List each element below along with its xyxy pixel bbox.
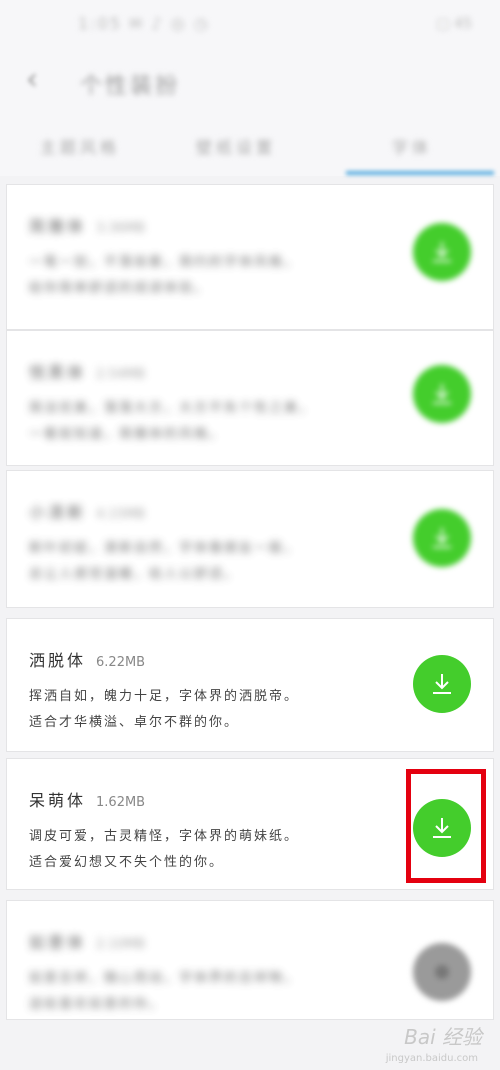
font-size: 6.22MB	[96, 655, 146, 670]
status-left: 1:05 ✉ ♪ ◎ ◷	[78, 14, 210, 33]
tab-font[interactable]: 字体	[392, 134, 432, 158]
font-name: 简雅体	[29, 217, 87, 236]
font-size: 3.36MB	[96, 221, 146, 236]
font-desc-line1: 一笔一划，不落俗套，简约的字体风格，	[29, 255, 300, 270]
font-size: 2.10MB	[96, 937, 146, 952]
tab-indicator	[346, 171, 494, 175]
font-desc-line2: 送给喜欢如意的你。	[29, 997, 165, 1012]
font-title: 洒脱体 6.22MB	[29, 647, 145, 671]
font-desc-line1: 简洁优美，落落大方，大方不失个性之美，	[29, 401, 315, 416]
font-card-jianya[interactable]: 简雅体 3.36MB 一笔一划，不落俗套，简约的字体风格， 给你简单舒适的阅读体验…	[6, 184, 494, 330]
font-size: 2.54MB	[96, 367, 146, 382]
download-icon	[433, 528, 451, 548]
font-desc-line1: 挥洒自如，魄力十足，字体界的洒脱帝。	[29, 689, 300, 704]
download-icon	[433, 384, 451, 404]
download-button[interactable]	[413, 509, 471, 567]
font-card-xiaoqingxin[interactable]: 小清新 4.15MB 新叶初绽，清新自然，字体像朋友一般， 总让人感觉温暖，给人以…	[6, 470, 494, 608]
watermark-brand: Bai 经验	[404, 1025, 482, 1049]
highlight-box	[406, 769, 486, 883]
status-right: ▢ 45	[436, 16, 473, 32]
font-size: 4.15MB	[96, 507, 146, 522]
status-bar: 1:05 ✉ ♪ ◎ ◷ ▢ 45	[0, 0, 500, 48]
font-title: 简雅体 3.36MB	[29, 213, 145, 237]
font-desc-line2: 适合才华横溢、卓尔不群的你。	[29, 715, 240, 730]
font-desc-line2: 总让人感觉温暖，给人以舒适。	[29, 567, 240, 582]
font-name: 如意体	[29, 933, 87, 952]
font-card-sato[interactable]: 洒脱体 6.22MB 挥洒自如，魄力十足，字体界的洒脱帝。 适合才华横溢、卓尔不群…	[6, 618, 494, 752]
download-icon	[433, 674, 451, 694]
watermark-url: jingyan.baidu.com	[385, 1053, 478, 1064]
font-desc-line1: 新叶初绽，清新自然，字体像朋友一般，	[29, 541, 300, 556]
font-title: 如意体 2.10MB	[29, 929, 145, 953]
font-title: 小清新 4.15MB	[29, 499, 145, 523]
font-desc-line1: 调皮可爱，古灵精怪，字体界的萌妹纸。	[29, 829, 300, 844]
download-icon	[433, 242, 451, 262]
download-icon	[435, 965, 449, 979]
back-arrow-icon[interactable]: ‹	[26, 62, 38, 97]
font-desc-line2: 适合爱幻想又不失个性的你。	[29, 855, 225, 870]
tab-bar: 主题风格 壁纸设置 字体	[0, 118, 500, 176]
download-button[interactable]	[413, 365, 471, 423]
tab-theme[interactable]: 主题风格	[40, 134, 120, 158]
font-card-ruyi[interactable]: 如意体 2.10MB 如意吉祥，随心而动，字体界的吉祥物， 送给喜欢如意的你。	[6, 900, 494, 1020]
font-desc-line1: 如意吉祥，随心而动，字体界的吉祥物，	[29, 971, 300, 986]
font-name: 小清新	[29, 503, 87, 522]
download-button[interactable]	[413, 655, 471, 713]
download-button[interactable]	[413, 943, 471, 1001]
font-title: 悦黑体 2.54MB	[29, 359, 145, 383]
tab-wallpaper[interactable]: 壁纸设置	[196, 134, 276, 158]
font-name: 洒脱体	[29, 651, 87, 670]
font-desc-line2: 给你简单舒适的阅读体验。	[29, 281, 210, 296]
font-card-yuehei[interactable]: 悦黑体 2.54MB 简洁优美，落落大方，大方不失个性之美， 一看就知道，简雅体的…	[6, 330, 494, 466]
font-name: 呆萌体	[29, 791, 87, 810]
font-name: 悦黑体	[29, 363, 87, 382]
download-button[interactable]	[413, 223, 471, 281]
header: ‹ 个性装扮	[0, 48, 500, 118]
page-title: 个性装扮	[80, 74, 181, 99]
font-desc-line2: 一看就知道，简雅体的风格。	[29, 427, 225, 442]
font-title: 呆萌体 1.62MB	[29, 787, 145, 811]
font-size: 1.62MB	[96, 795, 146, 810]
